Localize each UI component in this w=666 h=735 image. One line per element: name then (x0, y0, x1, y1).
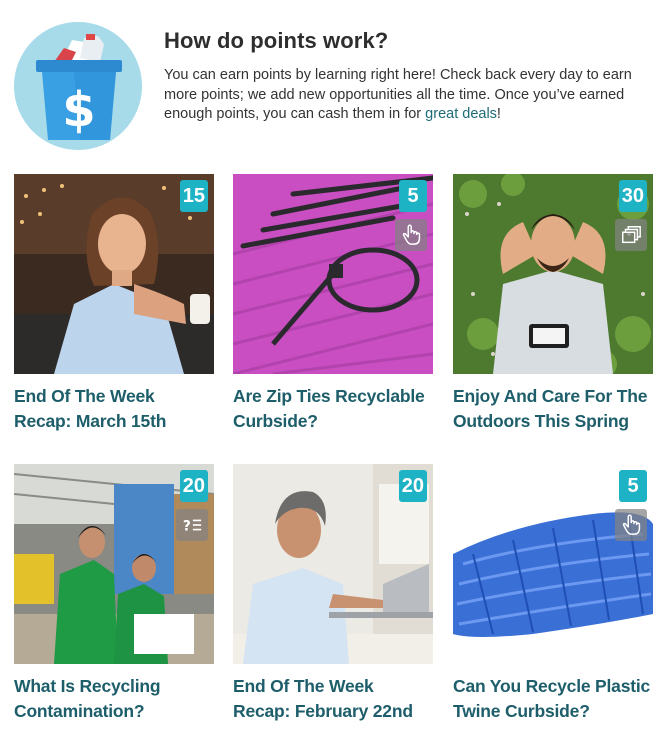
points-badge: 20 (398, 470, 427, 502)
article-title[interactable]: End Of The Week Recap: March 15th (14, 384, 214, 434)
article-thumbnail[interactable]: 5 (453, 464, 653, 664)
great-deals-link[interactable]: great deals (425, 106, 497, 122)
article-title[interactable]: What Is Recycling Contamination? (14, 674, 214, 724)
article-card[interactable]: 20 End Of The Week Recap: February 22nd (233, 464, 433, 724)
hand-pointer-icon (615, 509, 647, 541)
article-thumbnail[interactable]: 5 (233, 174, 433, 374)
article-card[interactable]: 20 ? What Is Recycling Contamination? (14, 464, 214, 724)
article-title[interactable]: Can You Recycle Plastic Twine Curbside? (453, 674, 653, 724)
article-thumbnail[interactable]: 15 (14, 174, 214, 374)
page-title: How do points work? (164, 28, 389, 53)
article-title[interactable]: End Of The Week Recap: February 22nd (233, 674, 433, 724)
article-title[interactable]: Enjoy And Care For The Outdoors This Spr… (453, 384, 653, 434)
article-card[interactable]: 30 Enjoy And Care For The Outdoors This … (453, 174, 653, 434)
article-thumbnail[interactable]: 30 (453, 174, 653, 374)
svg-text:$: $ (62, 82, 95, 138)
article-title[interactable]: Are Zip Ties Recyclable Curbside? (233, 384, 433, 434)
hand-pointer-icon (395, 219, 427, 251)
article-card[interactable]: 15 End Of The Week Recap: March 15th (14, 174, 214, 434)
article-thumbnail[interactable]: 20 ? (14, 464, 214, 664)
svg-text:?: ? (183, 519, 191, 535)
points-badge: 30 (618, 180, 647, 212)
points-badge: 20 (179, 470, 208, 502)
points-badge: 5 (619, 470, 647, 502)
article-thumbnail[interactable]: 20 (233, 464, 433, 664)
points-badge: 5 (399, 180, 427, 212)
points-badge: 15 (179, 180, 208, 212)
recycling-bin-dollar-icon: $ (14, 22, 142, 150)
gallery-icon (615, 219, 647, 251)
points-description: You can earn points by learning right he… (164, 67, 632, 122)
article-card[interactable]: 5 Are Zip Ties Recyclable Curbside? (233, 174, 433, 434)
quiz-icon: ? (176, 509, 208, 541)
article-card[interactable]: 5 Can You Recycle Plastic Twine Curbside… (453, 464, 653, 724)
points-info: How do points work? You can earn points … (164, 28, 654, 125)
